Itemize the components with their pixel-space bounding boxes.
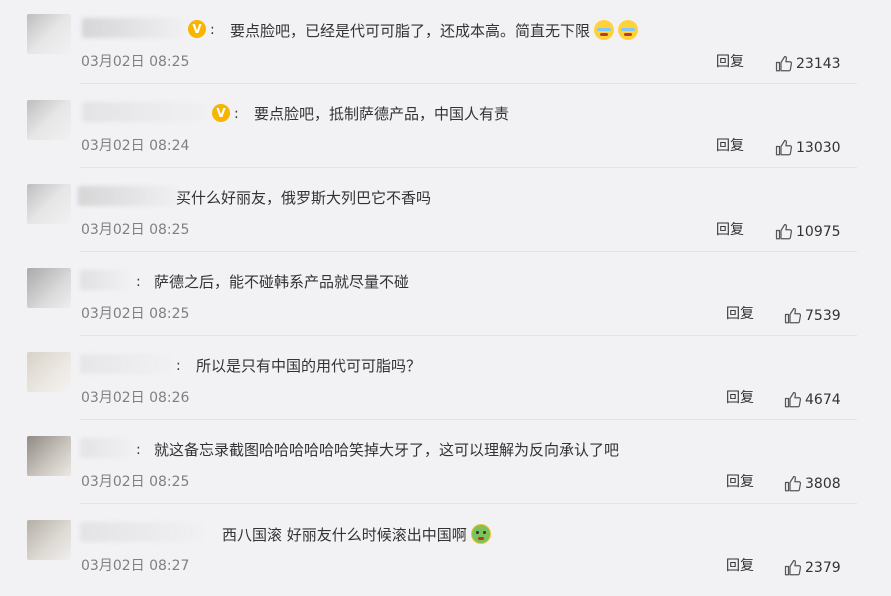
comment-text: 萨德之后，能不碰韩系产品就尽量不碰	[154, 273, 410, 291]
like-button[interactable]: 2379	[784, 556, 841, 580]
colon-separator: :	[234, 106, 239, 122]
username-blurred[interactable]	[82, 18, 182, 38]
like-count: 7539	[805, 308, 841, 324]
thumbs-up-icon	[775, 223, 793, 240]
like-button[interactable]: 7539	[784, 304, 841, 328]
like-button[interactable]: 4674	[784, 388, 841, 412]
comment-text: 要点脸吧，已经是代可可脂了，还成本高。简直无下限	[230, 20, 639, 41]
comment-timestamp: 03月02日 08:25	[81, 474, 190, 490]
like-count: 2379	[805, 560, 841, 576]
like-count: 4674	[805, 392, 841, 408]
comment-timestamp: 03月02日 08:26	[81, 390, 190, 406]
cry-emoji	[594, 20, 615, 40]
avatar[interactable]	[27, 100, 71, 140]
reply-button[interactable]: 回复	[726, 556, 754, 576]
username-blurred[interactable]	[82, 102, 208, 122]
like-count: 13030	[796, 140, 841, 156]
username-blurred[interactable]	[80, 438, 132, 458]
comment-item: 西八国滚 好丽友什么时候滚出中国啊 03月02日 08:27 回复 2379	[0, 504, 891, 588]
reply-button[interactable]: 回复	[726, 472, 754, 492]
comment-timestamp: 03月02日 08:25	[81, 222, 190, 238]
thumbs-up-icon	[784, 475, 802, 492]
comment-timestamp: 03月02日 08:27	[81, 558, 190, 574]
username-blurred[interactable]	[80, 354, 172, 374]
comment-item: 买什么好丽友，俄罗斯大列巴它不香吗 03月02日 08:25 回复 10975	[0, 168, 891, 252]
comment-timestamp: 03月02日 08:25	[81, 306, 190, 322]
thumbs-up-icon	[784, 307, 802, 324]
colon-separator: :	[210, 22, 215, 38]
comment-timestamp: 03月02日 08:24	[81, 138, 190, 154]
comment-item: : 萨德之后，能不碰韩系产品就尽量不碰 03月02日 08:25 回复 7539	[0, 252, 891, 336]
avatar[interactable]	[27, 184, 71, 224]
colon-separator: :	[136, 442, 141, 458]
sick-emoji	[470, 524, 491, 544]
colon-separator: :	[176, 358, 181, 374]
reply-button[interactable]: 回复	[716, 220, 744, 240]
avatar[interactable]	[27, 352, 71, 392]
like-button[interactable]: 3808	[784, 472, 841, 496]
avatar[interactable]	[27, 436, 71, 476]
reply-button[interactable]: 回复	[726, 388, 754, 408]
like-count: 23143	[796, 56, 841, 72]
comment-text: 要点脸吧，抵制萨德产品，中国人有责	[254, 105, 510, 123]
comment-timestamp: 03月02日 08:25	[81, 54, 190, 70]
avatar[interactable]	[27, 520, 71, 560]
username-blurred[interactable]	[78, 186, 176, 206]
verified-badge-icon: V	[212, 104, 230, 122]
like-button[interactable]: 23143	[775, 52, 841, 76]
comment-text: 就这备忘录截图哈哈哈哈哈哈笑掉大牙了，这可以理解为反向承认了吧	[154, 441, 620, 459]
cry-emoji	[618, 20, 639, 40]
like-count: 10975	[796, 224, 841, 240]
reply-button[interactable]: 回复	[716, 136, 744, 156]
comment-item: : 所以是只有中国的用代可可脂吗？ 03月02日 08:26 回复 4674	[0, 336, 891, 420]
comment-item: : 就这备忘录截图哈哈哈哈哈哈笑掉大牙了，这可以理解为反向承认了吧 03月02日…	[0, 420, 891, 504]
comment-text: 西八国滚 好丽友什么时候滚出中国啊	[222, 524, 491, 545]
comment-item: V : 要点脸吧，抵制萨德产品，中国人有责 03月02日 08:24 回复 13…	[0, 84, 891, 168]
comment-text: 所以是只有中国的用代可可脂吗？	[196, 357, 422, 375]
colon-separator: :	[136, 274, 141, 290]
username-blurred[interactable]	[80, 270, 130, 290]
thumbs-up-icon	[784, 391, 802, 408]
thumbs-up-icon	[784, 559, 802, 576]
like-count: 3808	[805, 476, 841, 492]
reply-button[interactable]: 回复	[726, 304, 754, 324]
verified-badge-icon: V	[188, 20, 206, 38]
comment-item: V : 要点脸吧，已经是代可可脂了，还成本高。简直无下限 03月02日 08:2…	[0, 0, 891, 84]
thumbs-up-icon	[775, 55, 793, 72]
avatar[interactable]	[27, 14, 71, 54]
comment-text: 买什么好丽友，俄罗斯大列巴它不香吗	[176, 189, 432, 207]
like-button[interactable]: 10975	[775, 220, 841, 244]
like-button[interactable]: 13030	[775, 136, 841, 160]
username-blurred[interactable]	[80, 522, 204, 542]
avatar[interactable]	[27, 268, 71, 308]
reply-button[interactable]: 回复	[716, 52, 744, 72]
thumbs-up-icon	[775, 139, 793, 156]
